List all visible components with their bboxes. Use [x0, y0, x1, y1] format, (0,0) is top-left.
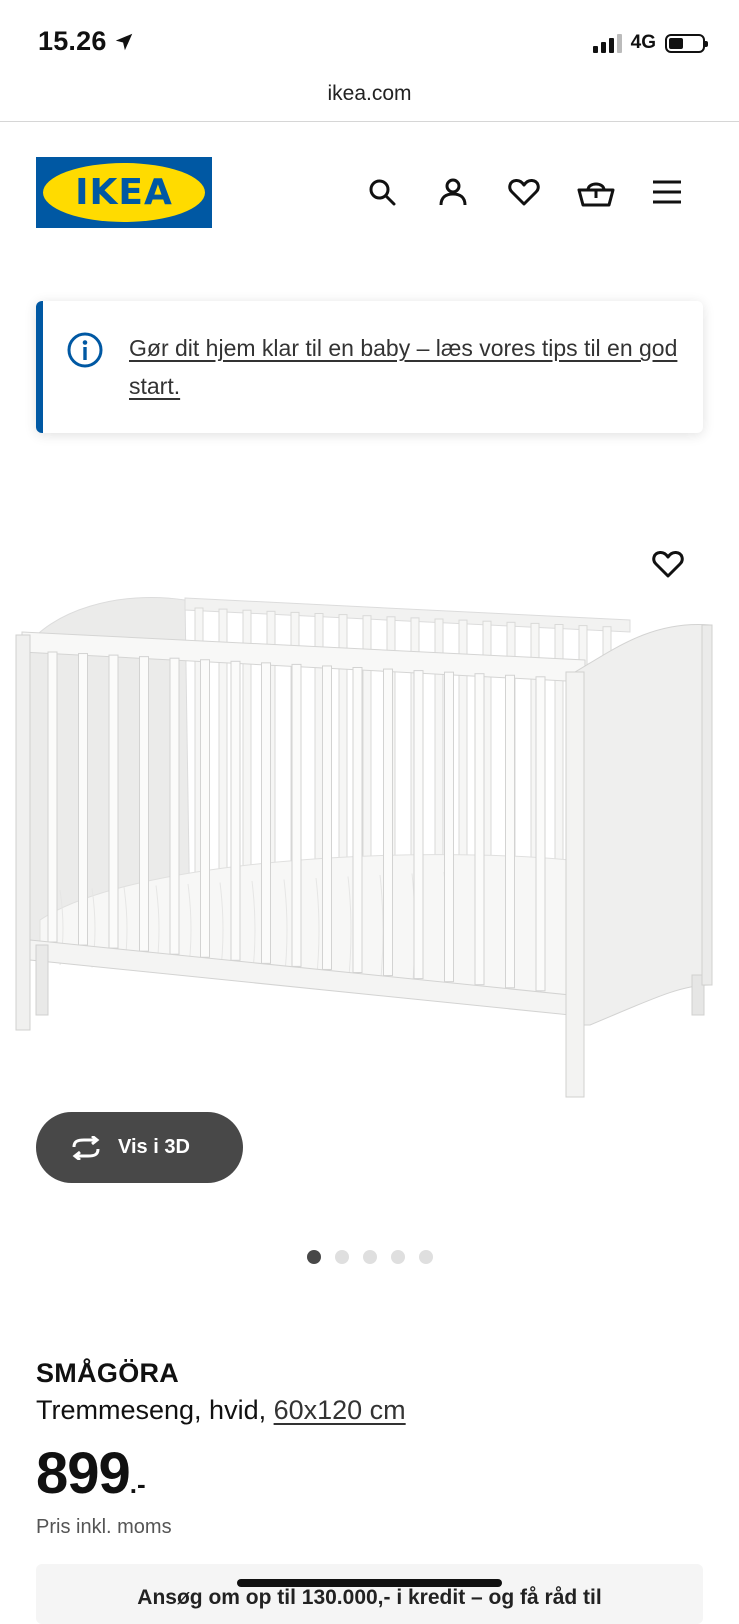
account-button[interactable]: [431, 170, 475, 214]
view-3d-label: Vis i 3D: [118, 1136, 190, 1158]
baby-tips-link[interactable]: Gør dit hjem klar til en baby – læs vore…: [129, 329, 679, 405]
location-arrow-icon: [115, 33, 132, 50]
network-type: 4G: [630, 32, 656, 53]
favourites-icon: [508, 178, 540, 206]
heart-icon: [652, 550, 684, 578]
save-to-favourites-button[interactable]: [645, 541, 691, 587]
url-divider: [0, 121, 739, 122]
menu-icon: [653, 180, 681, 204]
product-size-link[interactable]: 60x120 cm: [274, 1395, 406, 1425]
menu-button[interactable]: [645, 170, 689, 214]
product-type: Tremmeseng, hvid,: [36, 1395, 274, 1425]
info-icon: [66, 331, 104, 374]
product-image[interactable]: [10, 590, 730, 1130]
status-indicators: 4G: [592, 32, 708, 54]
banner-accent-bar: [36, 301, 43, 433]
pagination-dot[interactable]: [418, 1250, 433, 1264]
logo-text: IKEA: [75, 172, 173, 213]
credit-banner[interactable]: Ansøg om op til 130.000,- i kredit – og …: [36, 1564, 703, 1624]
status-time: 15.26: [38, 26, 135, 57]
basket-button[interactable]: [574, 170, 618, 214]
pagination-dot[interactable]: [306, 1250, 321, 1264]
product-name: SMÅGÖRA: [36, 1358, 180, 1388]
product-price: 899 .-: [36, 1440, 146, 1507]
home-indicator[interactable]: [237, 1579, 502, 1587]
pagination-dot[interactable]: [334, 1250, 349, 1264]
logo-oval: IKEA: [43, 163, 205, 222]
search-button[interactable]: [360, 170, 404, 214]
image-pagination: [0, 1250, 739, 1264]
info-banner: Gør dit hjem klar til en baby – læs vore…: [36, 301, 703, 433]
pagination-dot[interactable]: [362, 1250, 377, 1264]
product-description: Tremmeseng, hvid, 60x120 cm: [36, 1395, 406, 1426]
url-bar[interactable]: ikea.com: [0, 82, 739, 106]
search-icon: [369, 179, 396, 206]
battery-icon: [665, 33, 708, 53]
favourites-button[interactable]: [502, 170, 546, 214]
account-icon: [439, 178, 467, 206]
status-time-text: 15.26: [38, 26, 107, 56]
price-note: Pris inkl. moms: [36, 1516, 172, 1538]
basket-icon: [577, 182, 615, 207]
price-suffix: .-: [129, 1469, 146, 1499]
ikea-logo[interactable]: IKEA: [36, 157, 212, 228]
signal-icon: [592, 33, 622, 53]
view-3d-button[interactable]: Vis i 3D: [36, 1112, 243, 1183]
credit-text: Ansøg om op til 130.000,- i kredit – og …: [137, 1586, 602, 1609]
pagination-dot[interactable]: [390, 1250, 405, 1264]
price-integer: 899: [36, 1441, 131, 1506]
rotate-3d-icon: [72, 1135, 100, 1160]
